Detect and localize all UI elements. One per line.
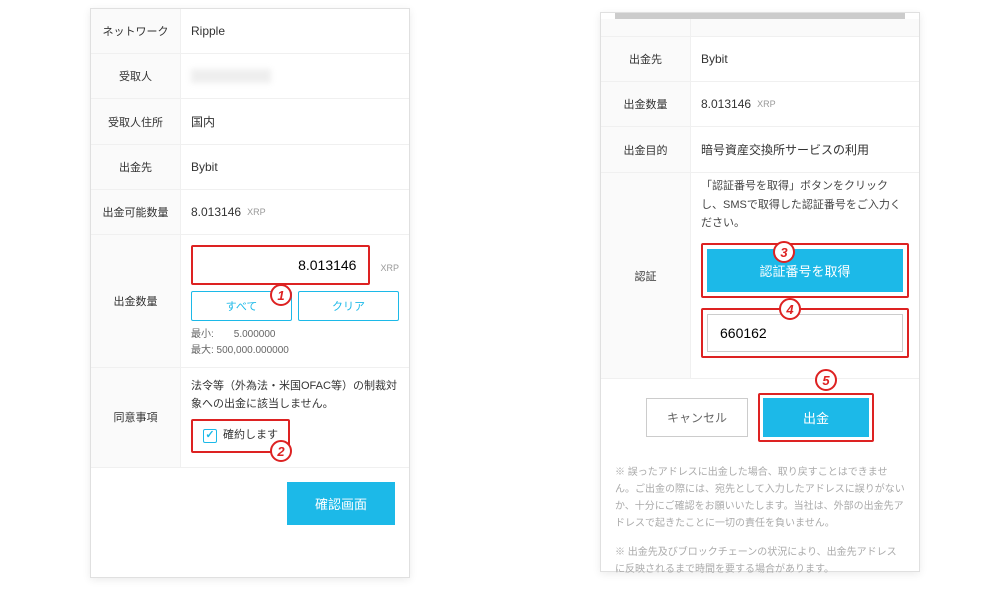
badge-5-icon: 5 xyxy=(815,369,837,391)
r-withdrawto-label: 出金先 xyxy=(601,37,691,81)
network-value: Ripple xyxy=(181,9,409,53)
clear-button[interactable]: クリア xyxy=(298,291,399,321)
r-amount-value: 8.013146 xyxy=(701,97,751,111)
amount-unit: XRP xyxy=(380,263,399,273)
r-amount-label: 出金数量 xyxy=(601,82,691,126)
withdraw-button[interactable]: 出金 xyxy=(763,398,869,437)
network-label: ネットワーク xyxy=(91,9,181,53)
recipient-addr-value: 国内 xyxy=(181,99,409,144)
recipient-value xyxy=(181,54,409,98)
check-icon xyxy=(203,429,217,443)
auth-label: 認証 xyxy=(601,173,691,378)
consent-check-label: 確約します xyxy=(223,427,278,445)
min-limit: 最小: 5.000000 xyxy=(191,327,399,343)
amount-input[interactable]: 8.013146 xyxy=(191,245,370,285)
cancel-button[interactable]: キャンセル xyxy=(646,398,748,437)
recipient-addr-label: 受取人住所 xyxy=(91,99,181,144)
badge-2-icon: 2 xyxy=(270,440,292,462)
max-limit: 最大: 500,000.000000 xyxy=(191,343,399,359)
consent-text: 法令等（外為法・米国OFAC等）の制裁対象への出金に該当しません。 xyxy=(191,378,399,413)
get-code-button[interactable]: 認証番号を取得 xyxy=(707,249,903,292)
footnote-2: ※ 出金先及びブロックチェーンの状況により、出金先アドレスに反映されるまで時間を… xyxy=(601,536,919,582)
badge-1-icon: 1 xyxy=(270,284,292,306)
r-withdrawto-value: Bybit xyxy=(691,37,919,81)
amount-label: 出金数量 xyxy=(91,235,181,367)
r-amount-unit: XRP xyxy=(757,99,776,109)
withdrawto-label: 出金先 xyxy=(91,145,181,189)
footnote-1: ※ 誤ったアドレスに出金した場合、取り戻すことはできません。ご出金の際には、宛先… xyxy=(601,456,919,536)
confirm-button[interactable]: 確認画面 xyxy=(287,482,395,525)
available-value: 8.013146 xyxy=(191,205,241,219)
consent-label: 同意事項 xyxy=(91,368,181,467)
badge-4-icon: 4 xyxy=(779,298,801,320)
code-input[interactable] xyxy=(707,314,903,352)
badge-3-icon: 3 xyxy=(773,241,795,263)
recipient-label: 受取人 xyxy=(91,54,181,98)
available-label: 出金可能数量 xyxy=(91,190,181,234)
r-purpose-label: 出金目的 xyxy=(601,127,691,172)
available-unit: XRP xyxy=(247,207,266,217)
auth-desc: 「認証番号を取得」ボタンをクリックし、SMSで取得した認証番号をご入力ください。 xyxy=(701,173,909,243)
withdrawto-value: Bybit xyxy=(181,145,409,189)
r-purpose-value: 暗号資産交換所サービスの利用 xyxy=(691,127,919,172)
